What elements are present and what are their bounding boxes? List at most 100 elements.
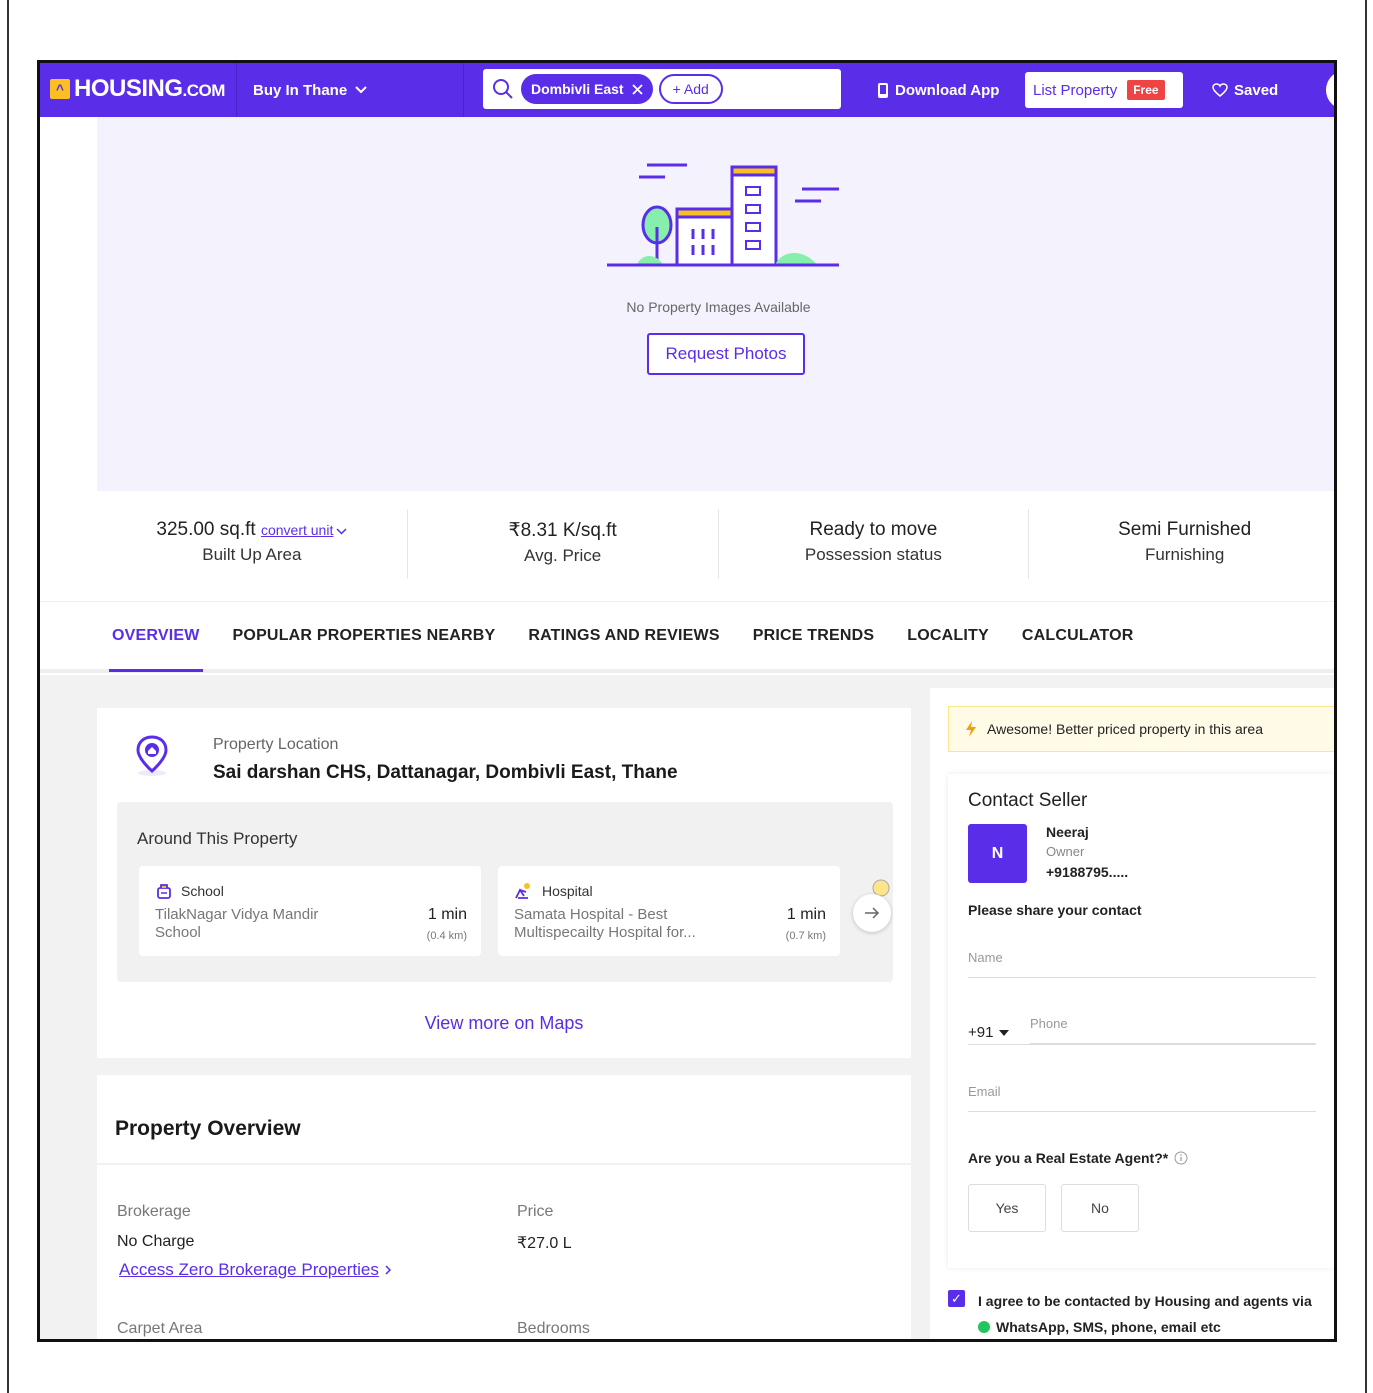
add-locality-button[interactable]: + Add — [658, 74, 723, 104]
screenshot-frame: ^ HOUSING.COM Buy In Thane Dombivli East… — [37, 60, 1337, 1342]
logo-text: HOUSING.COM — [74, 75, 225, 102]
housing-logo[interactable]: ^ HOUSING.COM — [50, 75, 225, 103]
property-location-card: Property Location Sai darshan CHS, Datta… — [97, 708, 911, 1058]
contact-seller-title: Contact Seller — [968, 790, 1088, 811]
poi-type: School — [155, 882, 224, 900]
no-images-text: No Property Images Available — [626, 299, 811, 315]
carpet-area-label: Carpet Area — [117, 1320, 203, 1337]
seller-name: Neeraj — [1046, 824, 1089, 840]
divider — [97, 1163, 911, 1165]
poi-card-school[interactable]: School TilakNagar Vidya Mandir School 1 … — [139, 866, 481, 956]
poi-name: Samata Hospital - Best Multispecailty Ho… — [514, 906, 696, 941]
property-overview-title: Property Overview — [115, 1117, 301, 1140]
around-title: Around This Property — [137, 829, 298, 848]
saved-label: Saved — [1234, 81, 1279, 99]
poi-card-hospital[interactable]: Hospital Samata Hospital - Best Multispe… — [498, 866, 840, 956]
agent-yes-button[interactable]: Yes — [968, 1184, 1046, 1232]
seller-phone: +9188795..... — [1046, 864, 1129, 880]
stat-built-up-area: 325.00 sq.ft convert unit Built Up Area — [97, 509, 408, 579]
request-photos-button[interactable]: Request Photos — [647, 333, 805, 375]
around-this-property: Around This Property School TilakNagar V… — [117, 802, 893, 982]
saved-link[interactable]: Saved — [1212, 63, 1278, 117]
agent-no-button[interactable]: No — [1061, 1184, 1139, 1232]
tab-calculator[interactable]: CALCULATOR — [1022, 602, 1134, 670]
poi-distance: (0.4 km) — [426, 930, 467, 942]
convert-unit-link[interactable]: convert unit — [261, 522, 333, 538]
chevron-right-icon — [385, 1265, 391, 1275]
property-location-label: Property Location — [213, 736, 339, 753]
arrow-right-icon — [865, 907, 880, 919]
poi-next-button[interactable] — [853, 894, 891, 932]
phone-icon — [878, 82, 888, 98]
poi-type: Hospital — [514, 882, 593, 900]
tab-overview[interactable]: OVERVIEW — [109, 602, 203, 672]
price-value: ₹27.0 L — [517, 1235, 572, 1252]
stat-possession: Ready to move Possession status — [719, 509, 1030, 579]
zero-brokerage-link[interactable]: Access Zero Brokerage Properties — [119, 1260, 392, 1280]
location-pin-icon — [136, 735, 168, 776]
stat-value: 325.00 sq.ft convert unit — [97, 519, 407, 541]
divider — [968, 1044, 1316, 1045]
stat-furnishing: Semi Furnished Furnishing — [1029, 509, 1334, 579]
price-label: Price — [517, 1203, 554, 1220]
tab-locality[interactable]: LOCALITY — [907, 602, 989, 670]
real-estate-agent-question: Are you a Real Estate Agent?* — [968, 1150, 1188, 1166]
share-contact-prompt: Please share your contact — [968, 902, 1142, 918]
tab-price-trends[interactable]: PRICE TRENDS — [753, 602, 875, 670]
property-stats: 325.00 sq.ft convert unit Built Up Area … — [97, 491, 1334, 601]
property-address: Sai darshan CHS, Dattanagar, Dombivli Ea… — [213, 762, 678, 783]
better-price-banner: Awesome! Better priced property in this … — [948, 706, 1334, 752]
close-icon[interactable] — [631, 83, 643, 95]
brokerage-label: Brokerage — [117, 1203, 191, 1220]
brokerage-value: No Charge — [117, 1233, 195, 1250]
tab-popular-properties-nearby[interactable]: POPULAR PROPERTIES NEARBY — [233, 602, 496, 670]
consent-text: I agree to be contacted by Housing and a… — [978, 1293, 1312, 1335]
search-icon[interactable] — [491, 77, 515, 101]
user-avatar[interactable] — [1326, 71, 1334, 109]
stat-label: Possession status — [804, 545, 942, 564]
download-app-label: Download App — [895, 81, 1000, 99]
list-property-label: List Property — [1033, 81, 1118, 99]
stat-value: Semi Furnished — [1118, 519, 1252, 540]
email-field[interactable] — [968, 1072, 1316, 1112]
search-bar[interactable]: Dombivli East + Add — [483, 69, 841, 109]
info-icon[interactable] — [1174, 1151, 1188, 1165]
download-app-link[interactable]: Download App — [877, 63, 999, 117]
poi-time: 1 min — [786, 906, 826, 923]
city-dropdown-button[interactable]: Buy In Thane — [236, 63, 464, 117]
contact-seller-card: Contact Seller N Neeraj Owner +9188795..… — [948, 774, 1334, 1268]
free-badge: Free — [1127, 80, 1165, 100]
stat-value: ₹8.31 K/sq.ft — [508, 520, 617, 541]
stat-label: Furnishing — [1144, 545, 1225, 564]
logo-icon: ^ — [50, 79, 70, 99]
name-field[interactable] — [968, 938, 1316, 978]
seller-role: Owner — [1046, 844, 1085, 859]
stat-label: Avg. Price — [524, 546, 602, 565]
poi-distance: (0.7 km) — [785, 930, 826, 942]
locality-chip-label: Dombivli East — [531, 81, 624, 97]
locality-chip[interactable]: Dombivli East — [521, 74, 653, 104]
caret-down-icon — [999, 1029, 1010, 1036]
phone-field[interactable] — [1030, 1004, 1316, 1044]
stat-value: Ready to move — [809, 519, 938, 540]
heart-icon — [1212, 83, 1228, 97]
hospital-icon — [515, 883, 530, 899]
section-tabs: OVERVIEW POPULAR PROPERTIES NEARBY RATIN… — [40, 601, 1334, 673]
list-property-button[interactable]: List Property Free — [1025, 72, 1183, 108]
stat-avg-price: ₹8.31 K/sq.ft Avg. Price — [408, 509, 719, 579]
tab-ratings-and-reviews[interactable]: RATINGS AND REVIEWS — [528, 602, 719, 670]
contact-sidebar: Awesome! Better priced property in this … — [930, 688, 1334, 1339]
property-overview-card: Property Overview Brokerage No Charge Ac… — [97, 1075, 911, 1339]
school-icon — [157, 884, 171, 899]
lightning-icon — [966, 721, 976, 737]
chevron-down-icon[interactable] — [336, 528, 347, 535]
country-code-select[interactable]: +91 — [968, 1024, 1010, 1041]
seller-avatar: N — [968, 824, 1027, 883]
chevron-down-icon — [355, 86, 367, 94]
property-image-placeholder: No Property Images Available Request Pho… — [97, 117, 1334, 491]
consent-checkbox[interactable]: ✓ — [948, 1290, 965, 1307]
view-more-on-maps-link[interactable]: View more on Maps — [97, 1013, 911, 1034]
bedrooms-label: Bedrooms — [517, 1320, 590, 1337]
stat-label: Built Up Area — [202, 545, 302, 564]
city-dropdown-label: Buy In Thane — [253, 81, 348, 99]
